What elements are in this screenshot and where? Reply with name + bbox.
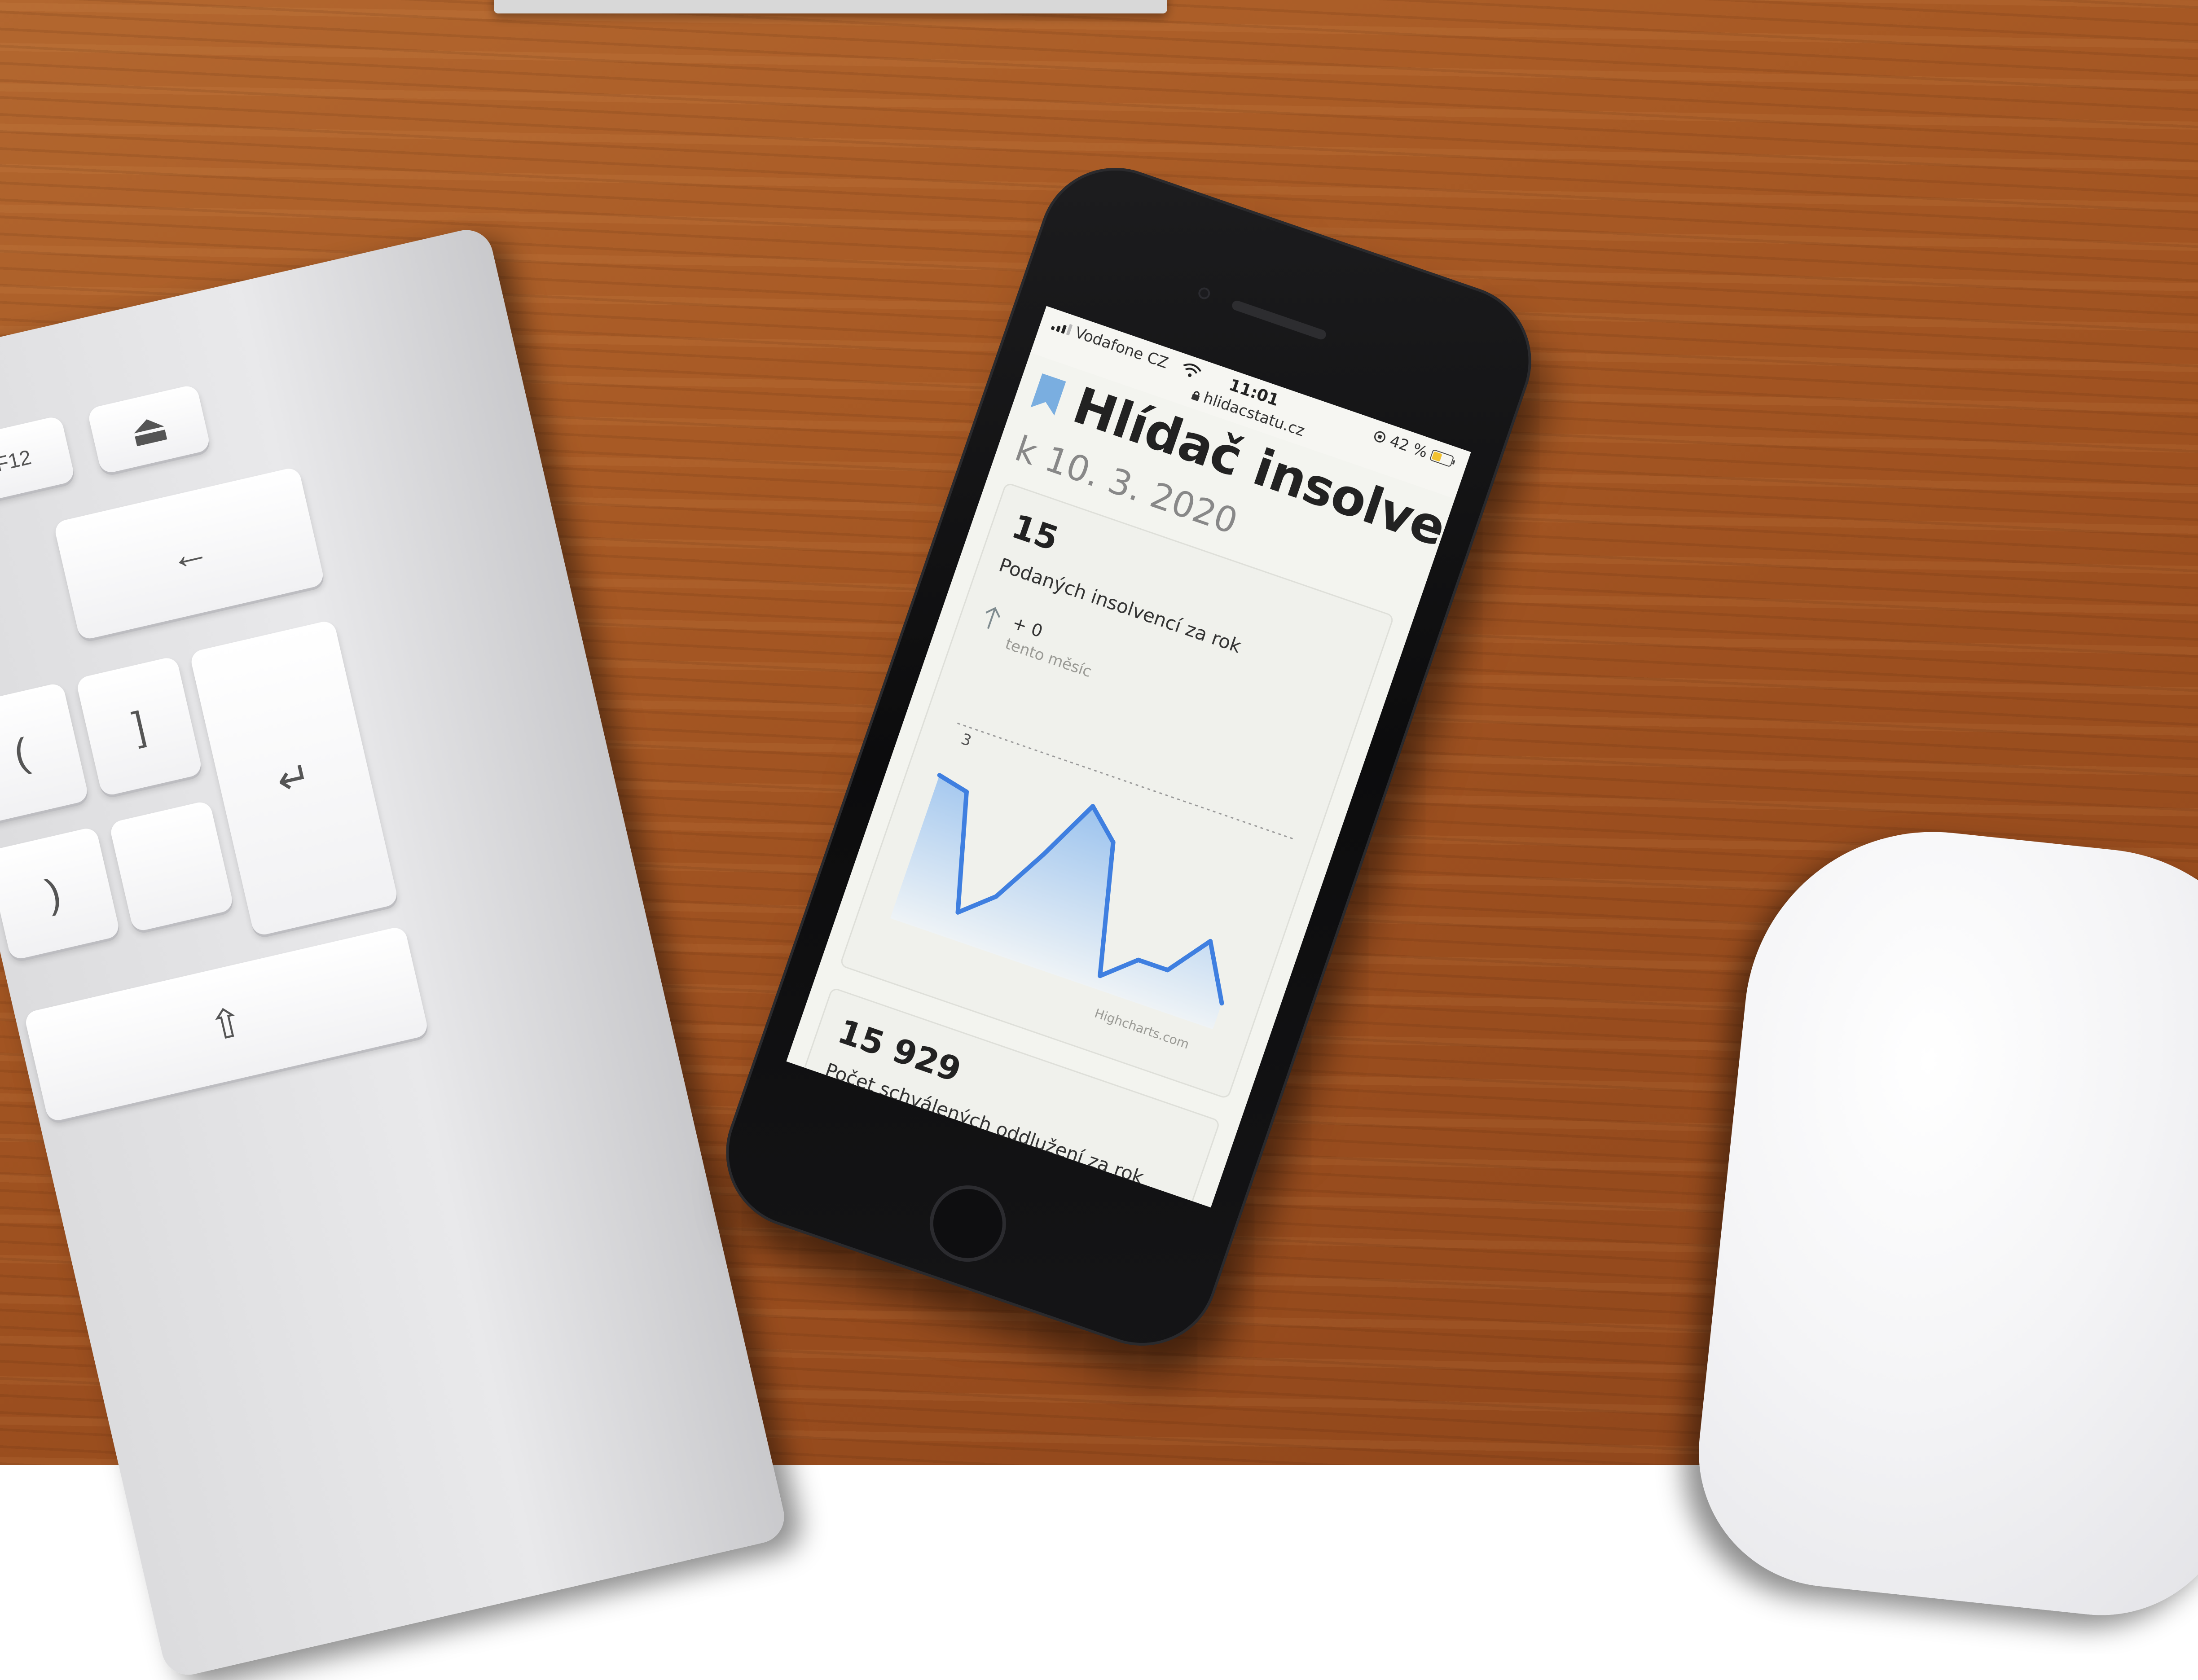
stat-label: Počet schválených oddlužení za rok [822, 1058, 1147, 1189]
reference-line [957, 722, 1293, 839]
series-area [890, 775, 1222, 1030]
keyboard-key-close-paren[interactable]: ) [0, 826, 121, 961]
keyboard-key-f12[interactable]: F12 [0, 415, 76, 506]
eject-icon: ⏏ [125, 403, 173, 456]
front-camera [1196, 286, 1212, 301]
arrow-up-icon [985, 607, 1001, 629]
stat-card-insolvencies[interactable]: 15 Podaných insolvencí za rok + 0 tento … [839, 482, 1395, 1100]
battery-icon [1430, 450, 1455, 467]
reference-label: 3 [958, 730, 973, 750]
arrow-up-icon [811, 1112, 826, 1134]
lock-icon [1191, 391, 1200, 401]
shift-arrow-icon: ⇧ [205, 998, 248, 1050]
key-label-open-paren: ( [9, 730, 33, 777]
stat-number: 15 [1007, 507, 1064, 559]
carrier-name: Vodafone CZ [1073, 323, 1171, 373]
keyboard-key-open-paren[interactable]: ( [0, 682, 90, 825]
trend-row: + 431 tento měsíc [799, 1107, 928, 1186]
battery-percent: 42 % [1387, 432, 1430, 462]
earpiece-speaker [1231, 299, 1328, 341]
return-arrow-icon: ↵ [273, 752, 316, 804]
key-label-f12: F12 [0, 445, 34, 476]
keyboard-key-backspace[interactable]: ← [53, 466, 325, 641]
keyboard-key-close-bracket[interactable]: ] [75, 655, 203, 797]
key-label-close-paren: ) [42, 870, 65, 917]
insolvency-chart: 3Highcharts.com [890, 722, 1293, 1052]
keyboard-key-eject[interactable]: ⏏ [87, 384, 211, 475]
bookmark-logo-icon[interactable] [1030, 373, 1066, 416]
backspace-arrow-icon: ← [164, 526, 214, 580]
signal-bars-icon [1051, 318, 1073, 336]
laptop-edge [494, 0, 1167, 13]
key-label-close-bracket: ] [128, 703, 150, 750]
trend-row: + 0 tento měsíc [973, 602, 1102, 681]
trend-period: tento měsíc [829, 1140, 920, 1186]
trend-value: + 431 [836, 1118, 892, 1154]
orientation-lock-icon [1374, 431, 1385, 443]
right-status-group: 42 % [1370, 426, 1458, 471]
home-button[interactable] [919, 1175, 1016, 1272]
wifi-icon [1183, 363, 1201, 377]
keyboard-key-blank[interactable] [109, 800, 235, 933]
keyboard-key-shift[interactable]: ⇧ [23, 925, 430, 1123]
